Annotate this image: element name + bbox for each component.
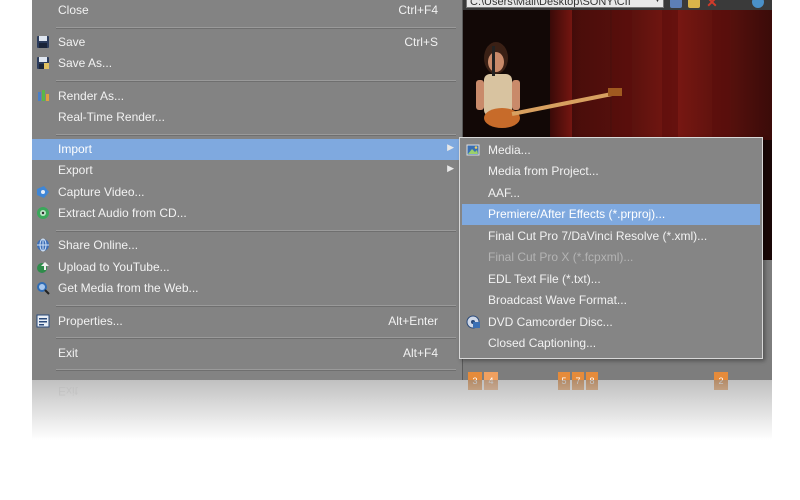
upload-icon <box>36 260 50 274</box>
submenu-item-final-cut-x: Final Cut Pro X (*.fcpxml)... <box>462 247 760 268</box>
submenu-item-media[interactable]: Media... <box>462 140 760 161</box>
save-as-icon <box>36 56 50 70</box>
capture-video-icon <box>36 185 50 199</box>
menu-item-shortcut: Alt+Enter <box>388 314 438 328</box>
menu-item-save[interactable]: Save Ctrl+S <box>32 32 462 53</box>
menu-item-exit[interactable]: Exit Alt+F4 <box>32 343 462 364</box>
menu-item-label: Share Online... <box>58 238 139 252</box>
toolbar-wand-icon[interactable] <box>688 0 700 8</box>
path-dropdown[interactable]: C:\Users\Mail\Desktop\SONY\CII ▼ <box>466 0 664 8</box>
menu-item-label: Save <box>58 35 86 49</box>
menu-item-get-media-web[interactable]: Get Media from the Web... <box>32 278 462 299</box>
globe-icon <box>36 238 50 252</box>
menu-item-shortcut: Ctrl+S <box>404 35 438 49</box>
submenu-item-label: DVD Camcorder Disc... <box>488 315 613 329</box>
submenu-item-aaf[interactable]: AAF... <box>462 183 760 204</box>
toolbar-globe-icon[interactable] <box>752 0 764 8</box>
submenu-item-label: Premiere/After Effects (*.prproj)... <box>488 207 666 221</box>
submenu-item-label: AAF... <box>488 186 521 200</box>
menu-item-close[interactable]: Close Ctrl+F4 <box>32 0 462 21</box>
reflection-effect: Exit <box>32 380 772 440</box>
reflection-gradient <box>32 380 772 440</box>
reflection-text: Exit <box>58 384 79 398</box>
menu-item-capture-video[interactable]: Capture Video... <box>32 182 462 203</box>
menu-item-export[interactable]: Export ▶ <box>32 160 462 181</box>
submenu-arrow-icon: ▶ <box>447 142 454 152</box>
media-icon <box>466 143 480 157</box>
menu-item-properties[interactable]: Properties... Alt+Enter <box>32 311 462 332</box>
menu-item-shortcut: Ctrl+F4 <box>398 3 438 17</box>
menu-item-label: Upload to YouTube... <box>58 260 170 274</box>
submenu-item-closed-captioning[interactable]: Closed Captioning... <box>462 333 760 354</box>
menu-item-label: Get Media from the Web... <box>58 281 199 295</box>
submenu-item-media-from-project[interactable]: Media from Project... <box>462 161 760 182</box>
menu-item-label: Exit <box>58 346 79 360</box>
menu-item-label: Real-Time Render... <box>58 110 165 124</box>
file-menu: Close Ctrl+F4 Save Ctrl+S Save As... Ren… <box>32 0 463 380</box>
submenu-item-dvd-camcorder[interactable]: DVD Camcorder Disc... <box>462 312 760 333</box>
menu-item-save-as[interactable]: Save As... <box>32 53 462 74</box>
menu-item-extract-audio[interactable]: Extract Audio from CD... <box>32 203 462 224</box>
menu-item-render-as[interactable]: Render As... <box>32 86 462 107</box>
submenu-item-label: Media from Project... <box>488 164 599 178</box>
menu-item-label: Export <box>58 163 93 177</box>
submenu-item-premiere[interactable]: Premiere/After Effects (*.prproj)... <box>462 204 760 225</box>
dvd-icon <box>466 315 480 329</box>
submenu-item-label: Media... <box>488 143 531 157</box>
submenu-item-label: Final Cut Pro 7/DaVinci Resolve (*.xml).… <box>488 229 708 243</box>
menu-separator <box>56 369 456 371</box>
path-toolbar: C:\Users\Mail\Desktop\SONY\CII ▼ ✕ <box>462 0 772 10</box>
submenu-item-label: Final Cut Pro X (*.fcpxml)... <box>488 250 634 264</box>
menu-item-shortcut: Alt+F4 <box>402 346 438 360</box>
menu-item-label: Capture Video... <box>58 185 145 199</box>
menu-separator <box>56 305 456 307</box>
menu-item-upload-youtube[interactable]: Upload to YouTube... <box>32 257 462 278</box>
menu-separator <box>56 134 456 136</box>
screenshot-stage: C:\Users\Mail\Desktop\SONY\CII ▼ ✕ Close… <box>0 0 800 500</box>
properties-icon <box>36 314 50 328</box>
menu-separator <box>56 27 456 29</box>
menu-item-label: Import <box>58 142 93 156</box>
submenu-item-final-cut-7[interactable]: Final Cut Pro 7/DaVinci Resolve (*.xml).… <box>462 226 760 247</box>
submenu-item-label: EDL Text File (*.txt)... <box>488 272 601 286</box>
chevron-down-icon[interactable]: ▼ <box>653 0 662 6</box>
menu-item-import[interactable]: Import ▶ <box>32 139 462 160</box>
menu-item-label: Close <box>58 3 89 17</box>
save-icon <box>36 35 50 49</box>
menu-item-label: Render As... <box>58 89 125 103</box>
submenu-item-broadcast-wave[interactable]: Broadcast Wave Format... <box>462 290 760 311</box>
render-icon <box>36 89 50 103</box>
submenu-item-edl[interactable]: EDL Text File (*.txt)... <box>462 269 760 290</box>
delete-icon[interactable]: ✕ <box>706 0 718 9</box>
menu-item-real-time-render[interactable]: Real-Time Render... <box>32 107 462 128</box>
menu-item-label: Extract Audio from CD... <box>58 206 187 220</box>
import-submenu: Media... Media from Project... AAF... Pr… <box>459 137 763 359</box>
menu-item-label: Save As... <box>58 56 113 70</box>
menu-separator <box>56 80 456 82</box>
path-text: C:\Users\Mail\Desktop\SONY\CII <box>470 0 631 8</box>
toolbar-view-icon[interactable] <box>670 0 682 8</box>
menu-item-share-online[interactable]: Share Online... <box>32 235 462 256</box>
menu-separator <box>56 230 456 232</box>
submenu-arrow-icon: ▶ <box>447 163 454 173</box>
web-search-icon <box>36 281 50 295</box>
menu-item-label: Properties... <box>58 314 123 328</box>
cd-icon <box>36 206 50 220</box>
submenu-item-label: Broadcast Wave Format... <box>488 293 627 307</box>
submenu-item-label: Closed Captioning... <box>488 336 597 350</box>
menu-separator <box>56 337 456 339</box>
